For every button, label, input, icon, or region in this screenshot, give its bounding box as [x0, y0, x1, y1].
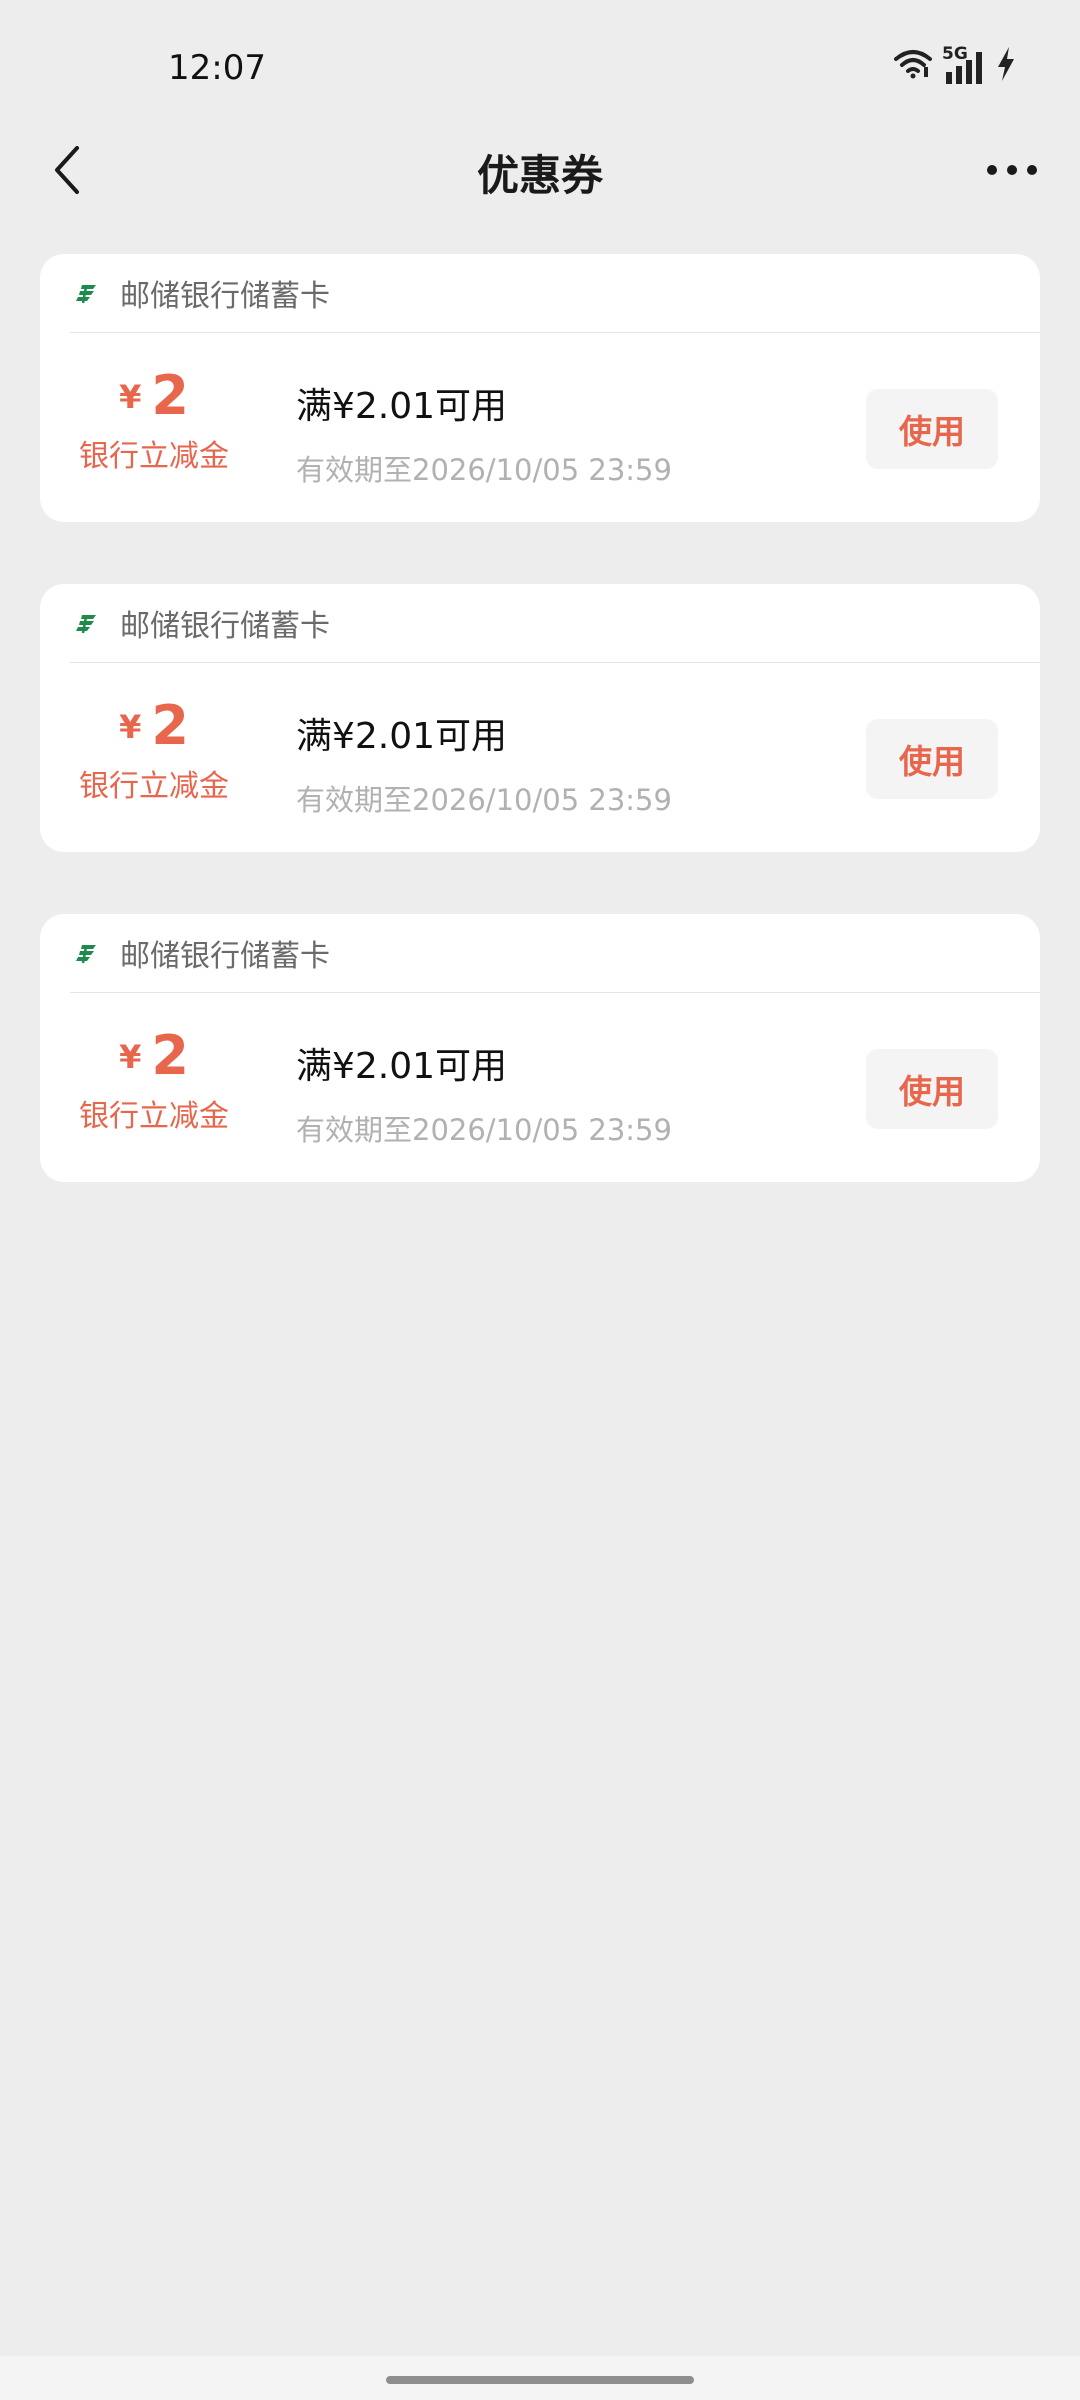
coupon-condition: 满¥2.01可用 — [296, 386, 508, 427]
coupon-expiry: 有效期至2026/10/05 23:59 — [296, 1113, 672, 1147]
coupon-card-header: 邮储银行储蓄卡 — [70, 254, 1040, 333]
coupon-amount: ¥2 — [68, 369, 240, 423]
use-button[interactable]: 使用 — [866, 1049, 998, 1129]
coupon-type: 银行立减金 — [79, 1099, 229, 1134]
cellular-signal-icon: 5G — [942, 44, 986, 84]
status-time: 12:07 — [168, 48, 266, 88]
coupon-type: 银行立减金 — [79, 769, 229, 804]
amount-value: 2 — [151, 1024, 189, 1087]
amount-value: 2 — [151, 694, 189, 757]
coupon-condition: 满¥2.01可用 — [296, 716, 508, 757]
psbc-bank-logo-icon — [76, 945, 96, 964]
currency-symbol: ¥ — [119, 378, 142, 416]
coupon-expiry: 有效期至2026/10/05 23:59 — [296, 453, 672, 487]
status-bar: 12:07 5G — [0, 0, 1080, 120]
coupon-card-header: 邮储银行储蓄卡 — [70, 584, 1040, 663]
coupon-card-body: ¥2 银行立减金 满¥2.01可用 有效期至2026/10/05 23:59 使… — [40, 333, 1040, 522]
wifi-icon — [894, 49, 932, 83]
page-title: 优惠券 — [476, 151, 603, 200]
more-dots-icon — [987, 165, 1037, 175]
coupon-condition: 满¥2.01可用 — [296, 1046, 508, 1087]
coupon-card-body: ¥2 银行立减金 满¥2.01可用 有效期至2026/10/05 23:59 使… — [40, 993, 1040, 1182]
coupon-info: 满¥2.01可用 有效期至2026/10/05 23:59 — [296, 663, 672, 819]
nav-bar: 优惠券 — [0, 120, 1080, 220]
coupon-info: 满¥2.01可用 有效期至2026/10/05 23:59 — [296, 333, 672, 489]
bank-name: 邮储银行储蓄卡 — [120, 609, 330, 644]
amount-value: 2 — [151, 364, 189, 427]
coupon-card: 邮储银行储蓄卡 ¥2 银行立减金 满¥2.01可用 有效期至2026/10/05… — [40, 914, 1040, 1182]
coupon-expiry: 有效期至2026/10/05 23:59 — [296, 783, 672, 817]
charging-icon — [996, 47, 1016, 85]
coupon-card: 邮储银行储蓄卡 ¥2 银行立减金 满¥2.01可用 有效期至2026/10/05… — [40, 584, 1040, 852]
coupon-amount-block: ¥2 银行立减金 — [68, 333, 240, 475]
coupon-card-header: 邮储银行储蓄卡 — [70, 914, 1040, 993]
coupon-amount-block: ¥2 银行立减金 — [68, 663, 240, 805]
coupon-type: 银行立减金 — [79, 439, 229, 474]
use-button[interactable]: 使用 — [866, 389, 998, 469]
coupon-list: 邮储银行储蓄卡 ¥2 银行立减金 满¥2.01可用 有效期至2026/10/05… — [40, 254, 1040, 1244]
bank-name: 邮储银行储蓄卡 — [120, 939, 330, 974]
use-button[interactable]: 使用 — [866, 719, 998, 799]
coupon-card-body: ¥2 银行立减金 满¥2.01可用 有效期至2026/10/05 23:59 使… — [40, 663, 1040, 852]
psbc-bank-logo-icon — [76, 615, 96, 634]
coupon-info: 满¥2.01可用 有效期至2026/10/05 23:59 — [296, 993, 672, 1149]
psbc-bank-logo-icon — [76, 285, 96, 304]
coupon-amount-block: ¥2 银行立减金 — [68, 993, 240, 1135]
home-indicator[interactable] — [386, 2376, 694, 2384]
coupon-card: 邮储银行储蓄卡 ¥2 银行立减金 满¥2.01可用 有效期至2026/10/05… — [40, 254, 1040, 522]
currency-symbol: ¥ — [119, 708, 142, 746]
bank-name: 邮储银行储蓄卡 — [120, 279, 330, 314]
more-button[interactable] — [980, 142, 1044, 198]
status-icons: 5G — [894, 44, 1016, 85]
currency-symbol: ¥ — [119, 1038, 142, 1076]
coupon-amount: ¥2 — [68, 1029, 240, 1083]
coupon-amount: ¥2 — [68, 699, 240, 753]
